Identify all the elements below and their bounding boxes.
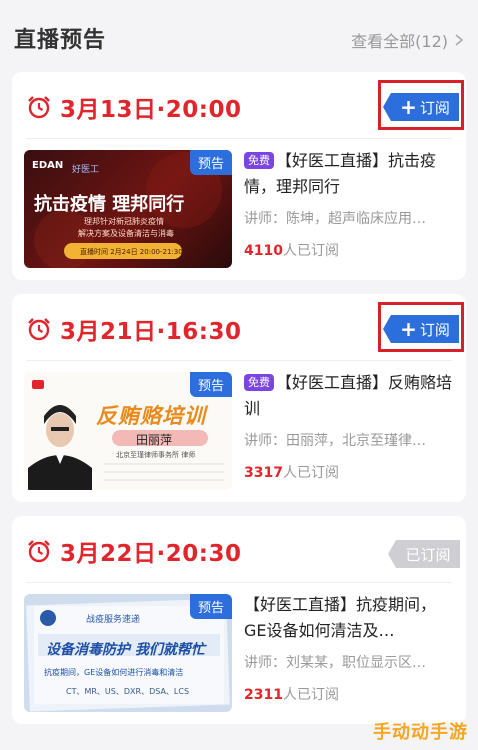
subscribe-button[interactable]: + 订阅 bbox=[383, 93, 459, 121]
thumbnail-live-time: 直播时间 2月24日 20:00-21:30 bbox=[80, 248, 183, 256]
brand-logo: 好医工 bbox=[72, 165, 100, 175]
alarm-clock-icon bbox=[28, 96, 50, 119]
live-title[interactable]: 【好医工直播】抗疫期间，GE设备如何清洁及… bbox=[244, 592, 456, 644]
chevron-right-icon bbox=[455, 34, 464, 46]
subscriber-suffix: 人已订阅 bbox=[282, 465, 339, 481]
live-time: 3月22日·20:30 bbox=[26, 534, 241, 568]
subscriber-number: 4110 bbox=[244, 243, 283, 259]
alarm-clock-icon bbox=[28, 540, 50, 563]
live-time: 3月21日·16:30 bbox=[26, 312, 241, 346]
thumbnail-org: 北京至瑾律师事务所 律师 bbox=[116, 451, 196, 459]
live-time: 3月13日·20:00 bbox=[26, 90, 241, 124]
free-tag: 免费 bbox=[244, 152, 274, 169]
section-title: 直播预告 bbox=[14, 28, 107, 53]
live-card[interactable]: 3月21日·16:30 + 订阅 反贿赂培训 田丽萍 北京至瑾律师事务所 律师 … bbox=[12, 294, 466, 502]
subscriber-number: 3317 bbox=[244, 465, 283, 481]
live-thumbnail[interactable]: 战疫服务速递 设备消毒防护 我们就帮忙 抗疫期间，GE设备如何进行消毒和清洁 C… bbox=[24, 594, 232, 712]
subscribe-label: 订阅 bbox=[419, 320, 450, 339]
lecturer: 讲师：田丽萍，北京至瑾律… bbox=[244, 433, 426, 449]
live-info: 【好医工直播】抗疫期间，GE设备如何清洁及… 讲师：刘某某，职位显示区… 231… bbox=[244, 592, 456, 704]
subscriber-suffix: 人已订阅 bbox=[282, 243, 339, 259]
view-all-label: 查看全部(12) bbox=[351, 32, 448, 51]
live-thumbnail[interactable]: 反贿赂培训 田丽萍 北京至瑾律师事务所 律师 预告 bbox=[24, 372, 232, 490]
divider bbox=[26, 138, 452, 139]
view-all-link[interactable]: 查看全部(12) bbox=[351, 28, 466, 52]
live-time-text: 3月13日·20:00 bbox=[60, 97, 242, 123]
subscriber-count: 3317人已订阅 bbox=[244, 462, 456, 482]
thumbnail-models: CT、MR、US、DXR、DSA、LCS bbox=[66, 687, 190, 696]
section-header: 直播预告 查看全部(12) bbox=[0, 0, 478, 72]
lecturer: 讲师：刘某某，职位显示区… bbox=[244, 655, 426, 671]
divider bbox=[26, 360, 452, 361]
plus-icon: + bbox=[400, 317, 417, 341]
subscribe-label: 订阅 bbox=[419, 98, 450, 117]
thumbnail-headline: 反贿赂培训 bbox=[96, 404, 206, 428]
live-card[interactable]: 3月13日·20:00 + 订阅 EDAN 好医工 抗击疫情 理邦同行 理邦针对… bbox=[12, 72, 466, 280]
thumbnail-sub: 抗疫期间，GE设备如何进行消毒和清洁 bbox=[44, 668, 184, 677]
plus-icon: + bbox=[400, 95, 417, 119]
subscriber-count: 2311人已订阅 bbox=[244, 684, 456, 704]
free-tag: 免费 bbox=[244, 374, 274, 391]
live-title-text: 【好医工直播】反贿赂培训 bbox=[244, 373, 453, 418]
preview-badge: 预告 bbox=[189, 594, 232, 619]
alarm-clock-icon bbox=[28, 318, 50, 341]
subscriber-number: 2311 bbox=[244, 687, 283, 703]
thumbnail-headline: 设备消毒防护 我们就帮忙 bbox=[46, 642, 205, 658]
preview-badge: 预告 bbox=[189, 150, 232, 175]
preview-badge: 预告 bbox=[189, 372, 232, 397]
live-card[interactable]: 3月22日·20:30 已订阅 战疫服务速递 设备消毒防护 我们就帮忙 抗疫期间… bbox=[12, 516, 466, 724]
thumbnail-line1: 理邦针对新冠肺炎疫情 bbox=[84, 217, 164, 226]
live-time-text: 3月21日·16:30 bbox=[60, 319, 242, 345]
live-thumbnail[interactable]: EDAN 好医工 抗击疫情 理邦同行 理邦针对新冠肺炎疫情 解决方案及设备清洁与… bbox=[24, 150, 232, 268]
live-title[interactable]: 免费 【好医工直播】抗击疫情，理邦同行 bbox=[244, 148, 456, 200]
watermark-text: 手动动手游 bbox=[373, 722, 468, 743]
thumbnail-speaker: 田丽萍 bbox=[136, 433, 173, 447]
subscribed-button[interactable]: 已订阅 bbox=[388, 540, 460, 568]
live-time-text: 3月22日·20:30 bbox=[60, 541, 242, 567]
subscriber-suffix: 人已订阅 bbox=[282, 687, 339, 703]
thumbnail-line2: 解决方案及设备清洁与消毒 bbox=[78, 229, 174, 238]
edan-logo: EDAN bbox=[32, 160, 64, 171]
live-info: 免费 【好医工直播】反贿赂培训 讲师：田丽萍，北京至瑾律… 3317人已订阅 bbox=[244, 370, 456, 482]
subscribe-button[interactable]: + 订阅 bbox=[383, 315, 459, 343]
subscriber-count: 4110人已订阅 bbox=[244, 240, 456, 260]
live-title[interactable]: 免费 【好医工直播】反贿赂培训 bbox=[244, 370, 456, 422]
subscribe-highlight: + 订阅 bbox=[378, 80, 464, 130]
lecturer: 讲师：陈坤，超声临床应用… bbox=[244, 211, 426, 227]
divider bbox=[26, 582, 452, 583]
thumbnail-banner: 战疫服务速递 bbox=[86, 615, 141, 625]
live-info: 免费 【好医工直播】抗击疫情，理邦同行 讲师：陈坤，超声临床应用… 4110人已订… bbox=[244, 148, 456, 260]
thumbnail-headline: 抗击疫情 理邦同行 bbox=[34, 194, 185, 215]
subscribe-highlight: + 订阅 bbox=[378, 302, 464, 352]
